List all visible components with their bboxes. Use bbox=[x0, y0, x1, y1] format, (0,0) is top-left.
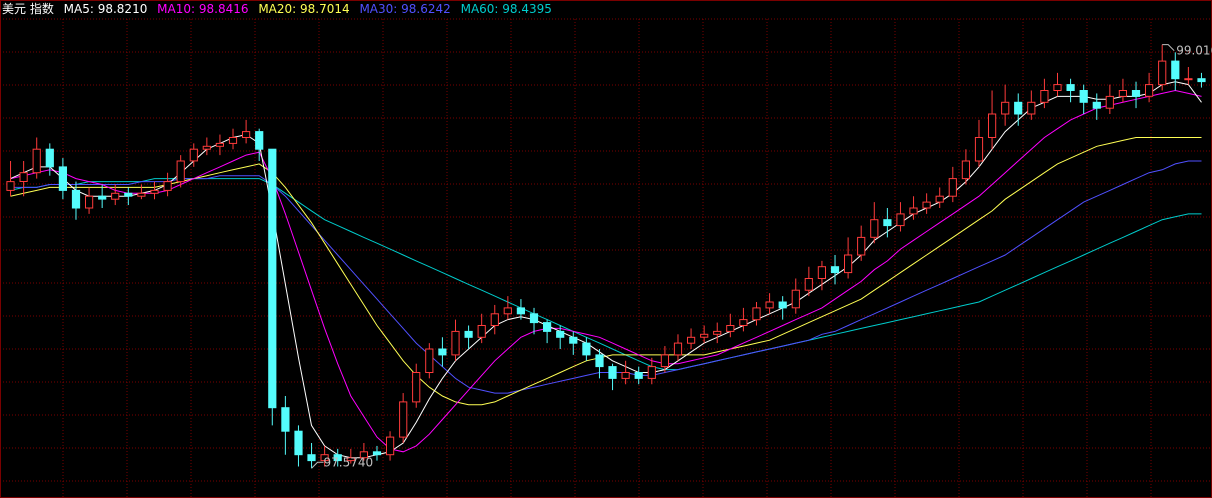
candle-down bbox=[1171, 60, 1180, 80]
ma10-label: MA10: 98.8416 bbox=[157, 2, 249, 16]
candle-up bbox=[137, 192, 146, 197]
candle-up bbox=[399, 401, 408, 438]
candle-up bbox=[765, 301, 774, 309]
candle-up bbox=[896, 213, 905, 227]
candle-down bbox=[582, 342, 591, 356]
candle-up bbox=[242, 131, 251, 139]
candle-down bbox=[1079, 90, 1088, 103]
candle-down bbox=[1066, 84, 1075, 91]
candle-down bbox=[268, 148, 277, 409]
candle-up bbox=[870, 219, 879, 238]
low-annotation: 97.5740 bbox=[324, 455, 374, 469]
candle-down bbox=[778, 301, 787, 309]
candle-up bbox=[202, 145, 211, 150]
candle-down bbox=[281, 407, 290, 432]
candle-up bbox=[19, 172, 28, 182]
candle-up bbox=[647, 366, 656, 379]
candle-down bbox=[71, 189, 81, 209]
candle-up bbox=[503, 307, 512, 315]
candle-down bbox=[634, 372, 643, 379]
symbol-label: 美元 指数 bbox=[2, 2, 54, 16]
candle-up bbox=[189, 148, 198, 162]
candle-up bbox=[621, 372, 630, 379]
candle-up bbox=[1105, 95, 1114, 109]
candle-up bbox=[961, 160, 970, 180]
candle-up bbox=[687, 336, 696, 344]
candle-up bbox=[150, 189, 159, 194]
candle-up bbox=[752, 307, 761, 321]
candle-down bbox=[464, 330, 473, 338]
candle-down bbox=[1131, 90, 1141, 97]
candle-down bbox=[529, 313, 539, 324]
candle-up bbox=[922, 201, 931, 209]
candle-up bbox=[176, 160, 185, 183]
candle-up bbox=[1145, 84, 1154, 97]
candle-down bbox=[294, 430, 303, 456]
candle-up bbox=[726, 325, 735, 332]
ma20-label: MA20: 98.7014 bbox=[258, 2, 350, 16]
candle-down bbox=[372, 451, 382, 456]
candle-down bbox=[98, 195, 107, 200]
candle-down bbox=[608, 366, 617, 379]
candle-up bbox=[228, 137, 238, 144]
candle-up bbox=[791, 289, 800, 309]
candle-up bbox=[948, 178, 957, 197]
high-annotation: 99.0160 bbox=[1176, 44, 1212, 58]
candle-up bbox=[32, 148, 41, 174]
candle-down bbox=[58, 166, 67, 191]
candle-down bbox=[516, 307, 525, 315]
candle-down bbox=[124, 192, 133, 197]
ma5-label: MA5: 98.8210 bbox=[63, 2, 148, 16]
candle-down bbox=[1014, 101, 1023, 115]
candle-up bbox=[660, 354, 669, 368]
candle-down bbox=[595, 354, 604, 368]
candle-down bbox=[1092, 101, 1101, 109]
chart-legend: 美元 指数 MA5: 98.8210 MA10: 98.8416 MA20: 9… bbox=[2, 1, 558, 17]
candle-up bbox=[1158, 60, 1167, 86]
candle-up bbox=[477, 325, 486, 338]
candle-up bbox=[739, 319, 748, 327]
candle-up bbox=[215, 142, 225, 147]
candle-down bbox=[569, 336, 578, 344]
candle-down bbox=[556, 330, 565, 338]
candle-up bbox=[817, 266, 826, 280]
candle-down bbox=[1197, 78, 1206, 83]
candle-up bbox=[804, 278, 813, 291]
candle-down bbox=[307, 454, 316, 462]
candle-up bbox=[6, 181, 15, 191]
candle-down bbox=[830, 266, 840, 274]
candle-up bbox=[386, 436, 395, 456]
candlestick-chart[interactable]: 99.0160 97.5740 bbox=[0, 0, 1212, 498]
candle-down bbox=[255, 131, 264, 150]
candle-down bbox=[543, 322, 552, 332]
ma60-label: MA60: 98.4395 bbox=[460, 2, 552, 16]
candle-up bbox=[1118, 90, 1128, 97]
candle-up bbox=[713, 330, 722, 335]
candle-up bbox=[1001, 101, 1010, 115]
candle-down bbox=[438, 348, 447, 356]
candle-up bbox=[1040, 90, 1049, 103]
chart-background bbox=[0, 0, 1212, 498]
candle-up bbox=[974, 137, 984, 162]
candle-down bbox=[883, 219, 892, 227]
ma30-label: MA30: 98.6242 bbox=[359, 2, 451, 16]
candle-up bbox=[412, 372, 421, 403]
candle-down bbox=[45, 148, 54, 168]
candle-up bbox=[85, 195, 94, 209]
candle-up bbox=[988, 113, 997, 138]
candle-up bbox=[1184, 78, 1193, 81]
candle-up bbox=[163, 181, 172, 191]
candle-up bbox=[111, 192, 120, 200]
candle-up bbox=[909, 207, 918, 215]
candle-up bbox=[451, 330, 460, 356]
candle-up bbox=[1027, 101, 1036, 115]
candle-up bbox=[1053, 84, 1062, 91]
candle-up bbox=[935, 195, 944, 203]
candle-up bbox=[844, 254, 853, 274]
candle-up bbox=[425, 348, 434, 373]
candle-up bbox=[490, 313, 499, 326]
candle-up bbox=[700, 333, 709, 338]
candle-up bbox=[673, 342, 683, 356]
candle-up bbox=[857, 236, 866, 256]
